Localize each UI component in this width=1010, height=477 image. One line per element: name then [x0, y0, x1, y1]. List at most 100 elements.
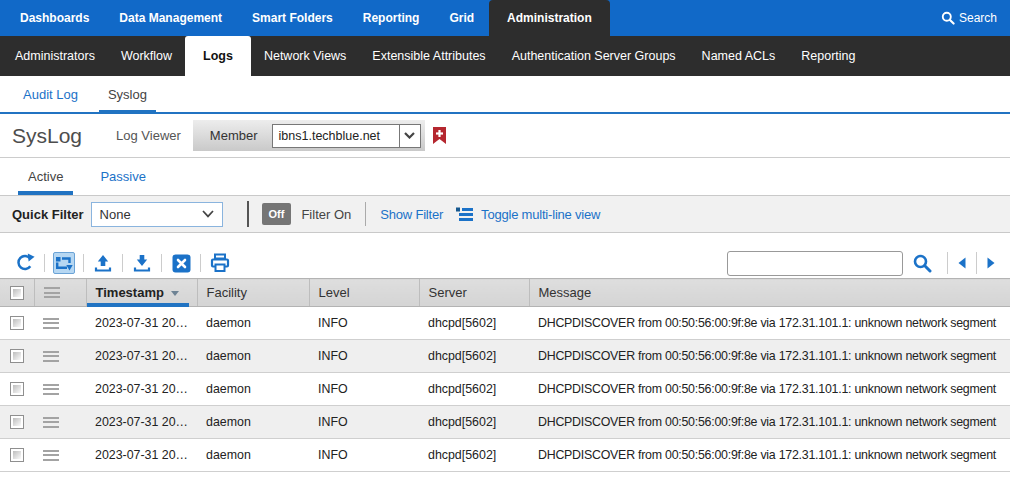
member-label: Member [210, 128, 258, 143]
row-menu-icon[interactable] [44, 285, 60, 301]
table-row[interactable]: 2023-07-31 20… daemon INFO dhcpd[5602] D… [0, 373, 1010, 406]
table-row[interactable]: 2023-07-31 20… daemon INFO dhcpd[5602] D… [0, 307, 1010, 340]
log-tabs: Audit Log Syslog [0, 76, 1010, 114]
column-header-level[interactable]: Level [309, 279, 419, 307]
cell-level: INFO [309, 406, 419, 439]
topnav-item[interactable]: Smart Folders [237, 0, 348, 36]
divider [976, 252, 977, 274]
refresh-button[interactable] [14, 252, 36, 274]
select-all-checkbox[interactable] [10, 286, 24, 300]
bookmark-plus-icon [433, 127, 446, 144]
member-selector-group: Member ibns1.techblue.net [193, 120, 425, 151]
clear-x-icon [172, 254, 191, 273]
column-header-timestamp[interactable]: Timestamp [86, 279, 197, 307]
cell-server: dhcpd[5602] [419, 406, 529, 439]
log-tab[interactable]: Syslog [108, 76, 147, 112]
quick-filter-label: Quick Filter [12, 207, 84, 222]
print-button[interactable] [209, 252, 231, 274]
row-menu-icon[interactable] [43, 315, 59, 331]
row-menu-icon[interactable] [43, 414, 59, 430]
column-header-facility[interactable]: Facility [197, 279, 309, 307]
sort-desc-icon [171, 291, 179, 296]
prev-page-button[interactable] [955, 252, 969, 274]
subnav-item[interactable]: Network Views [251, 36, 359, 76]
topnav-item[interactable]: Grid [434, 0, 489, 36]
column-header-message[interactable]: Message [529, 279, 1010, 307]
table-row[interactable]: 2023-07-31 20… daemon INFO dhcpd[5602] D… [0, 439, 1010, 472]
row-checkbox[interactable] [10, 448, 24, 462]
search-label: Search [959, 11, 997, 25]
page: Dashboards Data Management Smart Folders… [0, 0, 1010, 477]
quick-filter-select[interactable]: None [91, 202, 223, 227]
view-tab[interactable]: Active [28, 158, 63, 195]
log-tab[interactable]: Audit Log [23, 76, 78, 112]
divider [247, 201, 249, 227]
subnav-item[interactable]: Extensible Attributes [359, 36, 498, 76]
download-icon [132, 253, 152, 273]
cell-message: DHCPDISCOVER from 00:50:56:00:9f:8e via … [529, 340, 1010, 373]
row-menu-icon[interactable] [43, 348, 59, 364]
next-page-button[interactable] [984, 252, 998, 274]
row-checkbox[interactable] [10, 415, 24, 429]
divider [122, 254, 123, 272]
cell-facility: daemon [197, 340, 309, 373]
topnav-item[interactable]: Dashboards [5, 0, 104, 36]
row-checkbox[interactable] [10, 316, 24, 330]
cell-facility: daemon [197, 373, 309, 406]
member-dropdown-button[interactable] [399, 125, 420, 147]
topnav-item[interactable]: Administration [489, 0, 610, 36]
table-search-input[interactable] [727, 251, 903, 276]
topnav-item[interactable]: Reporting [348, 0, 435, 36]
show-filter-link[interactable]: Show Filter [380, 207, 443, 222]
cell-timestamp: 2023-07-31 20… [86, 406, 197, 439]
cell-timestamp: 2023-07-31 20… [86, 373, 197, 406]
cell-level: INFO [309, 373, 419, 406]
topnav-item[interactable]: Data Management [104, 0, 237, 36]
download-button[interactable] [131, 252, 153, 274]
cell-message: DHCPDISCOVER from 00:50:56:00:9f:8e via … [529, 406, 1010, 439]
next-arrow-icon [985, 256, 997, 270]
cell-facility: daemon [197, 439, 309, 472]
clear-button[interactable] [170, 252, 192, 274]
subnav-item[interactable]: Logs [185, 36, 251, 76]
divider [947, 252, 948, 274]
subnav-item[interactable]: Authentication Server Groups [499, 36, 689, 76]
search-icon [941, 11, 955, 25]
subnav-item[interactable]: Administrators [2, 36, 108, 76]
column-header-server[interactable]: Server [419, 279, 529, 307]
cell-server: dhcpd[5602] [419, 307, 529, 340]
upload-button[interactable] [92, 252, 114, 274]
cell-timestamp: 2023-07-31 20… [86, 439, 197, 472]
member-value[interactable]: ibns1.techblue.net [273, 125, 399, 147]
upload-icon [93, 253, 113, 273]
add-bookmark-button[interactable] [433, 127, 446, 144]
subnav-item[interactable]: Named ACLs [689, 36, 789, 76]
subnav-item[interactable]: Reporting [788, 36, 868, 76]
cell-level: INFO [309, 439, 419, 472]
chevron-down-icon [404, 132, 415, 139]
global-search[interactable]: Search [941, 0, 1010, 36]
multi-line-view-icon [456, 207, 473, 222]
cell-level: INFO [309, 307, 419, 340]
quick-filter-value: None [100, 207, 131, 222]
filter-off-toggle[interactable]: Off [262, 203, 292, 225]
row-checkbox[interactable] [10, 382, 24, 396]
row-menu-icon[interactable] [43, 447, 59, 463]
table-row[interactable]: 2023-07-31 20… daemon INFO dhcpd[5602] D… [0, 340, 1010, 373]
cell-server: dhcpd[5602] [419, 340, 529, 373]
table-search-button[interactable] [913, 254, 932, 273]
refresh-icon [15, 253, 35, 273]
cell-server: dhcpd[5602] [419, 373, 529, 406]
table-row[interactable]: 2023-07-31 20… daemon INFO dhcpd[5602] D… [0, 406, 1010, 439]
view-tab[interactable]: Passive [100, 158, 146, 195]
follow-toggle-button[interactable] [53, 252, 75, 274]
member-combobox[interactable]: ibns1.techblue.net [272, 124, 421, 148]
divider [200, 254, 201, 272]
print-icon [210, 253, 230, 273]
row-checkbox[interactable] [10, 349, 24, 363]
divider [83, 254, 84, 272]
subnav-item[interactable]: Workflow [108, 36, 185, 76]
toggle-multiline-link[interactable]: Toggle multi-line view [481, 207, 600, 222]
cell-facility: daemon [197, 307, 309, 340]
row-menu-icon[interactable] [43, 381, 59, 397]
